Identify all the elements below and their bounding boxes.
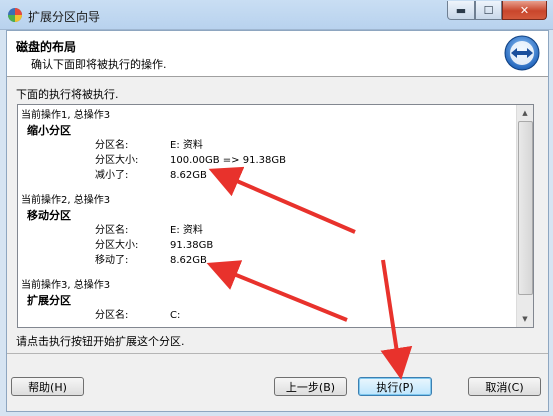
detail-label: 分区名: (95, 225, 129, 236)
operation-heading: 当前操作3, 总操作3 (21, 280, 111, 291)
maximize-button[interactable]: ☐ (475, 1, 502, 20)
operation-gap (21, 268, 516, 278)
vertical-scrollbar[interactable]: ▲ ▼ (516, 105, 533, 327)
operation-gap (21, 183, 516, 193)
detail-value: E: 资料 (170, 140, 203, 151)
detail-value: 100.00GB => 91.38GB (170, 155, 286, 166)
resize-arrows-logo-icon (504, 35, 540, 71)
intro-text: 下面的执行将被执行. (16, 88, 119, 101)
detail-label: 分区名: (95, 140, 129, 151)
detail-value: C: (170, 310, 181, 321)
operation-detail-row: 减小了: 8.62GB (21, 168, 516, 183)
detail-value: E: 资料 (170, 225, 203, 236)
title-bar[interactable]: 扩展分区向导 ▬ ☐ ✕ (0, 0, 553, 30)
operation-detail-row: 分区大小: 100.00GB => 91.38GB (21, 153, 516, 168)
minimize-button[interactable]: ▬ (447, 1, 475, 20)
operations-list[interactable]: 当前操作1, 总操作3 缩小分区 分区名: E: 资料 分区大小: 100.00GB =>… (17, 104, 534, 328)
help-button[interactable]: 帮助(H) (11, 377, 84, 396)
close-button[interactable]: ✕ (502, 1, 547, 20)
page-title: 磁盘的布局 (16, 40, 77, 54)
detail-label: 分区大小: (95, 240, 139, 251)
divider (7, 353, 548, 354)
maximize-icon: ☐ (483, 3, 494, 17)
minimize-icon: ▬ (455, 3, 467, 17)
operation-heading: 当前操作1, 总操作3 (21, 110, 111, 121)
window-title: 扩展分区向导 (28, 10, 101, 24)
operations-content: 当前操作1, 总操作3 缩小分区 分区名: E: 资料 分区大小: 100.00GB =>… (21, 108, 516, 323)
detail-label: 分区大小: (95, 155, 139, 166)
wizard-dialog: 磁盘的布局 确认下面即将被执行的操作. 下面的执行将被执行. 当前操作1, 总操… (6, 30, 549, 412)
instruction-text: 请点击执行按钮开始扩展这个分区. (16, 335, 185, 348)
cancel-button[interactable]: 取消(C) (468, 377, 541, 396)
wizard-header: 磁盘的布局 确认下面即将被执行的操作. (7, 31, 548, 77)
detail-value: 8.62GB (170, 170, 207, 181)
operation-detail-row: 分区大小: 91.38GB (21, 238, 516, 253)
scroll-up-icon[interactable]: ▲ (517, 106, 533, 120)
close-icon: ✕ (519, 3, 530, 17)
app-icon (8, 8, 22, 22)
detail-label: 移动了: (95, 255, 129, 266)
operation-detail-row: 分区名: E: 资料 (21, 138, 516, 153)
operation-name: 扩展分区 (27, 294, 71, 307)
detail-label: 分区名: (95, 310, 129, 321)
operation-detail-row: 分区名: C: (21, 308, 516, 323)
page-subtitle: 确认下面即将被执行的操作. (31, 58, 167, 71)
operation-heading: 当前操作2, 总操作3 (21, 195, 111, 206)
scroll-down-icon[interactable]: ▼ (517, 312, 533, 326)
execute-button[interactable]: 执行(P) (358, 377, 432, 396)
operation-name: 移动分区 (27, 209, 71, 222)
operation-detail-row: 分区名: E: 资料 (21, 223, 516, 238)
back-button[interactable]: 上一步(B) (274, 377, 347, 396)
detail-value: 8.62GB (170, 255, 207, 266)
operation-detail-row: 移动了: 8.62GB (21, 253, 516, 268)
scroll-thumb[interactable] (518, 121, 533, 295)
operation-name: 缩小分区 (27, 124, 71, 137)
detail-value: 91.38GB (170, 240, 214, 251)
detail-label: 减小了: (95, 170, 129, 181)
